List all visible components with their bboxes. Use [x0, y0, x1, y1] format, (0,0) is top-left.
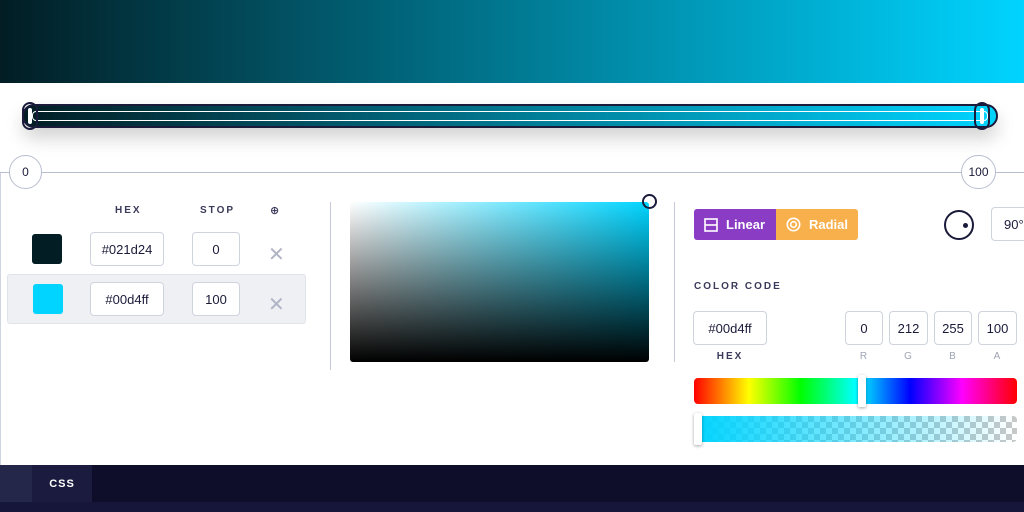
radial-label: Radial [809, 217, 849, 232]
gradient-bar-inner [32, 111, 988, 121]
color-b-input[interactable]: 255 [934, 311, 972, 345]
b-sublabel: B [949, 351, 957, 362]
angle-dial-dot [963, 223, 968, 228]
gradient-bar-track [22, 104, 998, 128]
a-sublabel: A [993, 351, 1002, 362]
hex-sublabel: HEX [716, 351, 744, 362]
ruler-min-pin[interactable]: 0 [9, 155, 42, 189]
hex-header: HEX [115, 205, 142, 216]
stop-hex-input-2[interactable]: #00d4ff [90, 282, 164, 316]
linear-label: Linear [726, 217, 766, 232]
angle-dial[interactable] [944, 210, 974, 240]
position-ruler [0, 172, 1024, 173]
linear-icon [704, 217, 718, 232]
r-sublabel: R [859, 351, 869, 362]
divider-right [674, 202, 675, 362]
delete-stop-icon-1[interactable]: ✕ [268, 245, 285, 265]
color-code-label: COLOR CODE [694, 281, 782, 292]
gradient-bar[interactable] [22, 102, 998, 130]
stop-swatch-2[interactable] [33, 284, 63, 314]
alpha-slider[interactable] [694, 416, 1017, 442]
stop-hex-input-1[interactable]: #021d24 [90, 232, 164, 266]
color-g-input[interactable]: 212 [889, 311, 928, 345]
ruler-max-pin[interactable]: 100 [961, 155, 996, 189]
stop-handle-start[interactable] [22, 102, 38, 130]
add-stop-icon[interactable]: ⊕ [270, 204, 279, 217]
tab-css[interactable]: CSS [32, 465, 92, 502]
color-a-input[interactable]: 100 [978, 311, 1017, 345]
panel-border [0, 173, 1, 465]
g-sublabel: G [904, 351, 913, 362]
stop-row-1[interactable]: #021d24 0 ✕ [7, 225, 306, 275]
stop-row-2[interactable]: #00d4ff 100 ✕ [7, 274, 306, 324]
linear-button[interactable]: Linear [694, 209, 776, 240]
saturation-picker[interactable] [350, 202, 649, 362]
stop-position-input-1[interactable]: 0 [192, 232, 240, 266]
footer-strip [0, 502, 1024, 512]
radial-icon [786, 217, 801, 232]
stop-position-input-2[interactable]: 100 [192, 282, 240, 316]
divider-left [330, 202, 331, 370]
delete-stop-icon-2[interactable]: ✕ [268, 295, 285, 315]
angle-input[interactable]: 90° [991, 207, 1024, 241]
alpha-slider-handle[interactable] [694, 413, 702, 445]
stop-swatch-1[interactable] [32, 234, 62, 264]
stop-handle-end[interactable] [974, 102, 990, 130]
code-footer: CSS [0, 465, 1024, 512]
radial-button[interactable]: Radial [776, 209, 858, 240]
gradient-preview [0, 0, 1024, 83]
saturation-knob[interactable] [642, 194, 657, 209]
hue-slider[interactable] [694, 378, 1017, 404]
stop-header: STOP [200, 205, 236, 216]
hue-slider-handle[interactable] [857, 375, 866, 407]
color-hex-input[interactable]: #00d4ff [693, 311, 767, 345]
color-r-input[interactable]: 0 [845, 311, 883, 345]
